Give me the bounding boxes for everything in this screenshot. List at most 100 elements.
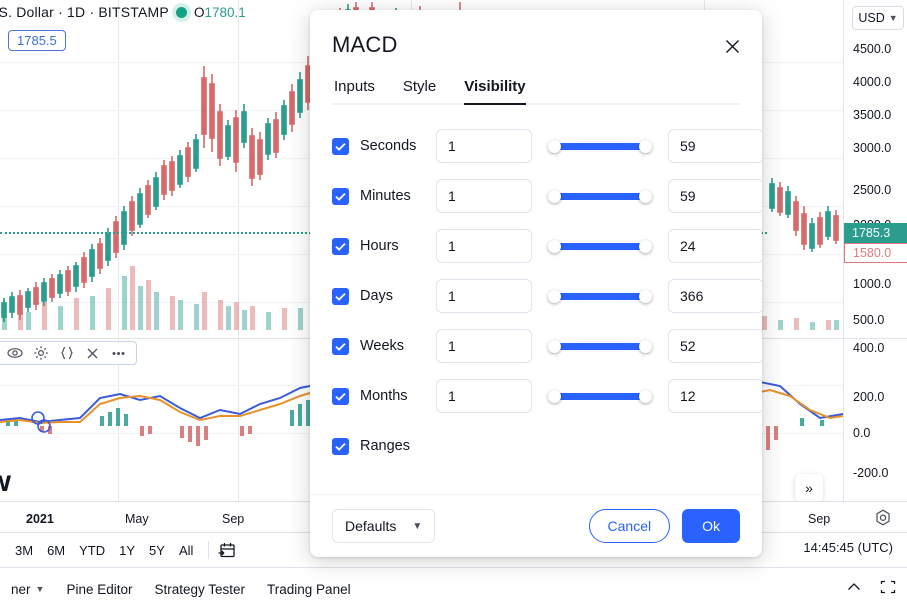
checkbox-seconds[interactable]: [332, 138, 349, 155]
macd-tick: -200.0: [853, 466, 888, 480]
ok-button[interactable]: Ok: [682, 509, 740, 543]
chart-symbol-legend[interactable]: m / U.S. Dollar · 1D · BITSTAMP O1780.1: [0, 4, 246, 20]
min-input-days[interactable]: 1: [436, 279, 532, 313]
slider-handle-min[interactable]: [548, 390, 561, 403]
slider-handle-max[interactable]: [639, 390, 652, 403]
range-button-1y[interactable]: 1Y: [112, 540, 142, 561]
tradingview-watermark: ingView: [0, 465, 11, 499]
slider-handle-max[interactable]: [639, 290, 652, 303]
more-options-icon[interactable]: [110, 346, 127, 361]
row-label: Months: [360, 388, 436, 404]
bottom-item-pine-editor[interactable]: Pine Editor: [55, 576, 143, 603]
range-button-ytd[interactable]: YTD: [72, 540, 112, 561]
bottom-item-strategy-tester[interactable]: Strategy Tester: [143, 576, 256, 603]
price-axis[interactable]: USD ▼ 4500.0 4000.0 3500.0 3000.0 2500.0…: [843, 0, 907, 570]
slider-handle-min[interactable]: [548, 240, 561, 253]
previous-close-badge: 1580.0: [844, 243, 907, 263]
time-tick: Sep: [808, 512, 830, 526]
dialog-footer: Defaults ▼ Cancel Ok: [310, 494, 762, 557]
min-input-months[interactable]: 1: [436, 379, 532, 413]
chart-settings-gear-icon[interactable]: [873, 508, 893, 528]
visibility-row-days: Days 1 366: [332, 271, 740, 321]
range-slider-seconds[interactable]: [548, 129, 652, 163]
slider-handle-min[interactable]: [548, 290, 561, 303]
slider-track: [554, 243, 646, 250]
defaults-label: Defaults: [345, 518, 396, 534]
visibility-row-months: Months 1 12: [332, 371, 740, 421]
slider-handle-max[interactable]: [639, 140, 652, 153]
visibility-row-seconds: Seconds 1 59: [332, 121, 740, 171]
cancel-button[interactable]: Cancel: [589, 509, 671, 543]
tab-inputs[interactable]: Inputs: [334, 78, 375, 103]
slider-handle-max[interactable]: [639, 240, 652, 253]
checkbox-ranges[interactable]: [332, 438, 349, 455]
min-input-minutes[interactable]: 1: [436, 179, 532, 213]
indicator-legend-macd[interactable]: lose 9 EMA EMA: [0, 341, 137, 365]
tab-style[interactable]: Style: [403, 78, 436, 103]
close-icon[interactable]: [85, 346, 100, 361]
fullscreen-icon[interactable]: [879, 578, 897, 601]
checkbox-days[interactable]: [332, 288, 349, 305]
slider-track: [554, 193, 646, 200]
slider-handle-max[interactable]: [639, 190, 652, 203]
chevron-down-icon: ▼: [889, 13, 898, 23]
row-label: Hours: [360, 238, 436, 254]
checkbox-hours[interactable]: [332, 238, 349, 255]
open-label: O: [194, 5, 205, 20]
range-slider-weeks[interactable]: [548, 329, 652, 363]
bottom-toolbar-actions[interactable]: [845, 578, 897, 601]
last-price-badge: 1785.3: [844, 223, 907, 243]
range-button-5y[interactable]: 5Y: [142, 540, 172, 561]
tab-visibility[interactable]: Visibility: [464, 78, 525, 103]
slider-handle-min[interactable]: [548, 340, 561, 353]
range-slider-minutes[interactable]: [548, 179, 652, 213]
close-icon[interactable]: [718, 32, 746, 60]
checkbox-months[interactable]: [332, 388, 349, 405]
range-button-all[interactable]: All: [172, 540, 200, 561]
max-input-hours[interactable]: 24: [668, 229, 762, 263]
dialog-title: MACD: [332, 32, 740, 58]
min-input-hours[interactable]: 1: [436, 229, 532, 263]
checkbox-weeks[interactable]: [332, 338, 349, 355]
chevron-down-icon: ▼: [36, 584, 45, 594]
slider-handle-min[interactable]: [548, 190, 561, 203]
min-input-weeks[interactable]: 1: [436, 329, 532, 363]
price-marker-badge: 1785.5: [8, 30, 66, 51]
range-slider-hours[interactable]: [548, 229, 652, 263]
max-input-days[interactable]: 366: [668, 279, 762, 313]
max-input-minutes[interactable]: 59: [668, 179, 762, 213]
gear-icon[interactable]: [33, 345, 49, 361]
bottom-toolbar[interactable]: ner ▼ Pine Editor Strategy Tester Tradin…: [0, 567, 907, 610]
slider-track: [554, 143, 646, 150]
row-label: Weeks: [360, 338, 436, 354]
price-tick: 4500.0: [853, 42, 891, 56]
slider-handle-min[interactable]: [548, 140, 561, 153]
go-to-date-icon[interactable]: [217, 540, 237, 560]
max-input-months[interactable]: 12: [668, 379, 762, 413]
ohlc-values: O1780.1: [194, 5, 246, 20]
dialog-tabs[interactable]: Inputs Style Visibility: [332, 78, 740, 105]
min-input-seconds[interactable]: 1: [436, 129, 532, 163]
source-code-icon[interactable]: [59, 345, 75, 361]
visibility-settings-list: Seconds 1 59 Minutes 1: [310, 105, 762, 494]
macd-tick: 200.0: [853, 390, 884, 404]
checkbox-minutes[interactable]: [332, 188, 349, 205]
defaults-dropdown[interactable]: Defaults ▼: [332, 509, 435, 543]
visibility-row-hours: Hours 1 24: [332, 221, 740, 271]
bottom-item-trading-panel[interactable]: Trading Panel: [256, 576, 362, 603]
slider-track: [554, 393, 646, 400]
price-tick: 1000.0: [853, 277, 891, 291]
chevron-up-icon[interactable]: [845, 578, 863, 601]
range-button-6m[interactable]: 6M: [40, 540, 72, 561]
dialog-actions: Cancel Ok: [589, 509, 740, 543]
bottom-item-screener[interactable]: ner ▼: [0, 576, 55, 603]
max-input-seconds[interactable]: 59: [668, 129, 762, 163]
max-input-weeks[interactable]: 52: [668, 329, 762, 363]
range-slider-months[interactable]: [548, 379, 652, 413]
currency-selector[interactable]: USD ▼: [852, 6, 904, 30]
slider-handle-max[interactable]: [639, 340, 652, 353]
range-button-3m[interactable]: 3M: [8, 540, 40, 561]
range-slider-days[interactable]: [548, 279, 652, 313]
scroll-to-realtime-button[interactable]: »: [795, 474, 823, 502]
eye-icon[interactable]: [7, 345, 23, 361]
